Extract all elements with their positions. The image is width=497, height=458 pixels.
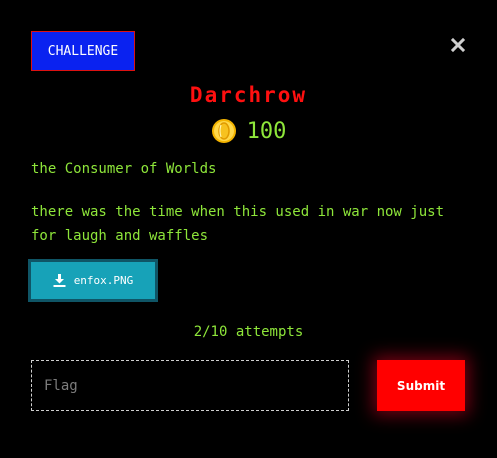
close-icon [450, 37, 466, 53]
flag-input[interactable] [31, 360, 349, 411]
challenge-points: 100 [0, 118, 497, 144]
submit-button[interactable]: Submit [377, 360, 465, 411]
close-button[interactable] [450, 37, 466, 53]
file-name-label: enfox.PNG [73, 274, 134, 287]
attempts-counter: 2/10 attempts [193, 324, 304, 340]
points-value: 100 [246, 118, 287, 144]
coin-icon [211, 119, 236, 143]
challenge-description: there was the time when this used in war… [31, 204, 445, 244]
tab-challenge-label: CHALLENGE [47, 43, 119, 59]
tab-challenge[interactable]: CHALLENGE [31, 31, 135, 71]
challenge-modal: CHALLENGE Darchrow 100 the Consumer of W… [0, 0, 497, 458]
file-download-button[interactable]: enfox.PNG [28, 259, 158, 302]
challenge-subtitle: the Consumer of Worlds [31, 161, 217, 177]
challenge-title: Darchrow [189, 83, 308, 107]
download-icon [53, 274, 66, 287]
